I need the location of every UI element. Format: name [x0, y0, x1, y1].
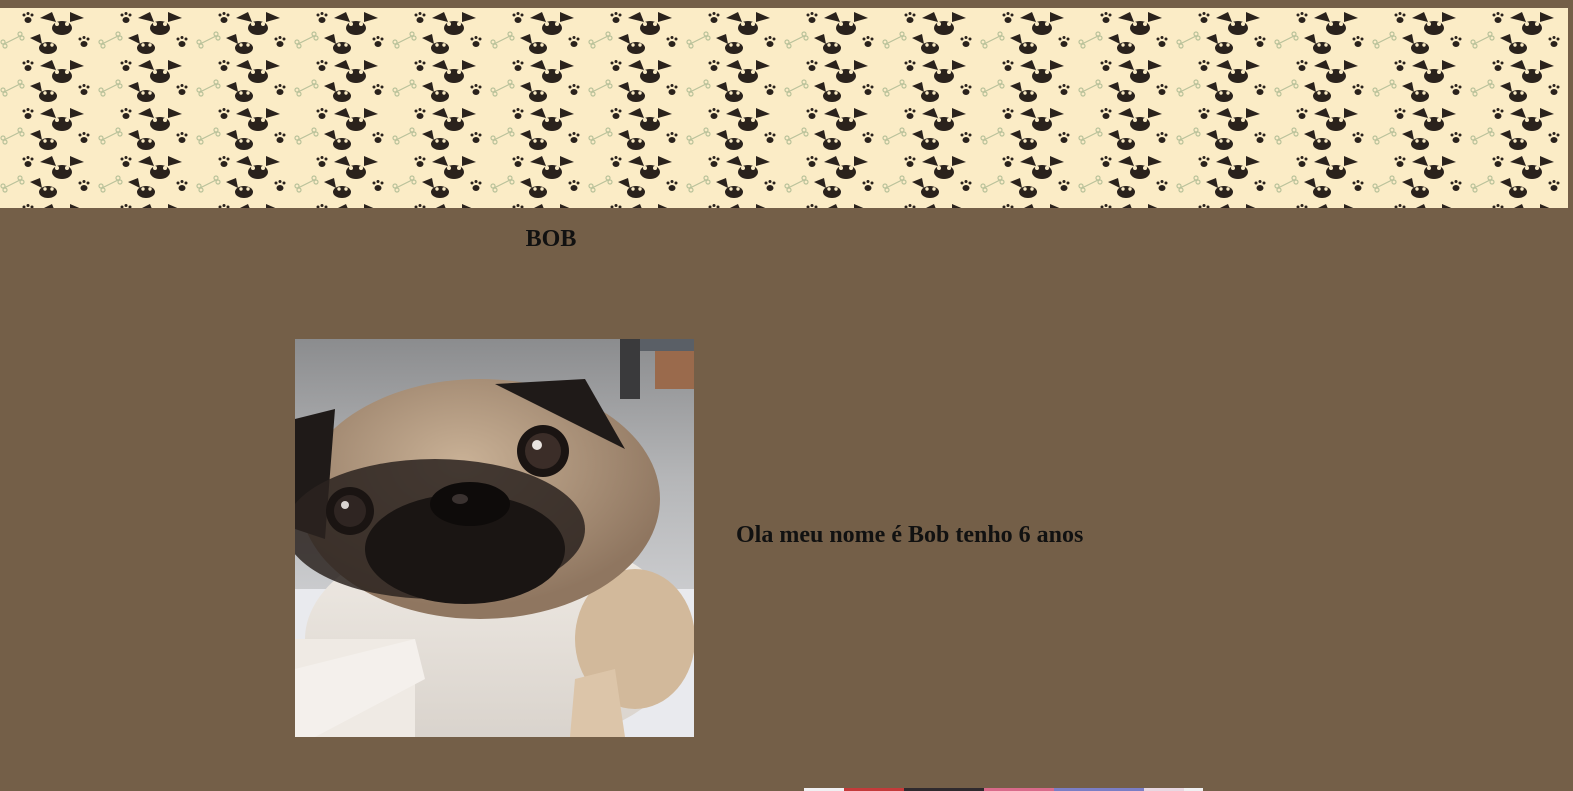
- dog-photo-icon: [804, 783, 1203, 791]
- pug-photo-icon: [295, 339, 694, 737]
- banner-pattern: [0, 8, 1568, 208]
- intro-text: Ola meu nome é Bob tenho 6 anos: [736, 522, 1084, 548]
- pug-paw-pattern-icon: [0, 8, 1568, 208]
- page-title: BOB: [525, 226, 577, 252]
- page: BOB Ola meu nome é Bob tenho 6 anos: [0, 0, 1573, 791]
